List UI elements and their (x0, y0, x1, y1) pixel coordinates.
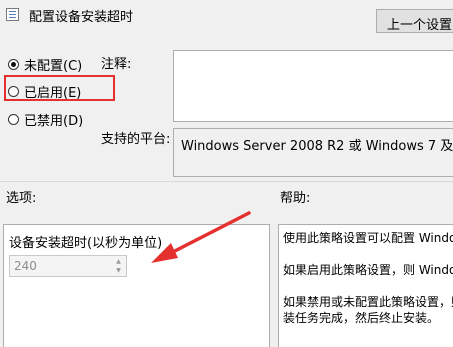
policy-setting-icon (6, 8, 19, 21)
radio-unselected-icon[interactable] (8, 114, 19, 125)
timeout-spinner[interactable]: 240 ▲ ▼ (9, 255, 127, 277)
options-panel: 设备安装超时(以秒为单位) 240 ▲ ▼ (3, 224, 270, 347)
supported-platform-field: Windows Server 2008 R2 或 Windows 7 及以上版本 (173, 128, 453, 177)
timeout-label: 设备安装超时(以秒为单位) (9, 236, 163, 251)
help-panel: 使用此策略设置可以配置 Windows 等待设备安装 如果启用此策略设置，则 W… (278, 224, 453, 347)
help-paragraph: 如果启用此策略设置，则 Windows 将等待 (283, 263, 453, 277)
previous-setting-button[interactable]: 上一个设置(P) (376, 9, 453, 33)
timeout-value[interactable]: 240 (14, 259, 37, 273)
policy-dialog: 配置设备安装超时 上一个设置(P) 未配置(C) 已启用(E) 已禁用(D) 注… (0, 0, 453, 347)
comment-label: 注释: (101, 57, 132, 72)
radio-not-configured-label[interactable]: 未配置(C) (24, 55, 82, 74)
comment-textarea[interactable] (173, 50, 453, 122)
help-label: 帮助: (280, 191, 311, 206)
radio-disabled[interactable]: 已禁用(D) (8, 110, 83, 129)
section-divider (0, 181, 453, 182)
help-paragraph: 装任务完成，然后终止安装。 (283, 311, 440, 325)
help-paragraph: 使用此策略设置可以配置 Windows 等待设备安装 (283, 231, 453, 245)
radio-not-configured[interactable]: 未配置(C) (8, 55, 82, 74)
radio-selected-icon[interactable] (8, 59, 19, 70)
platform-label: 支持的平台: (101, 132, 171, 147)
help-paragraph: 如果禁用或未配置此策略设置，则 (283, 295, 453, 309)
spinner-buttons[interactable]: ▲ ▼ (112, 257, 125, 275)
enabled-highlight-box (4, 75, 115, 101)
window-title: 配置设备安装超时 (29, 10, 134, 25)
options-label: 选项: (6, 191, 37, 206)
radio-disabled-label[interactable]: 已禁用(D) (24, 110, 83, 129)
spin-down-icon[interactable]: ▼ (112, 266, 125, 275)
spin-up-icon[interactable]: ▲ (112, 257, 125, 266)
